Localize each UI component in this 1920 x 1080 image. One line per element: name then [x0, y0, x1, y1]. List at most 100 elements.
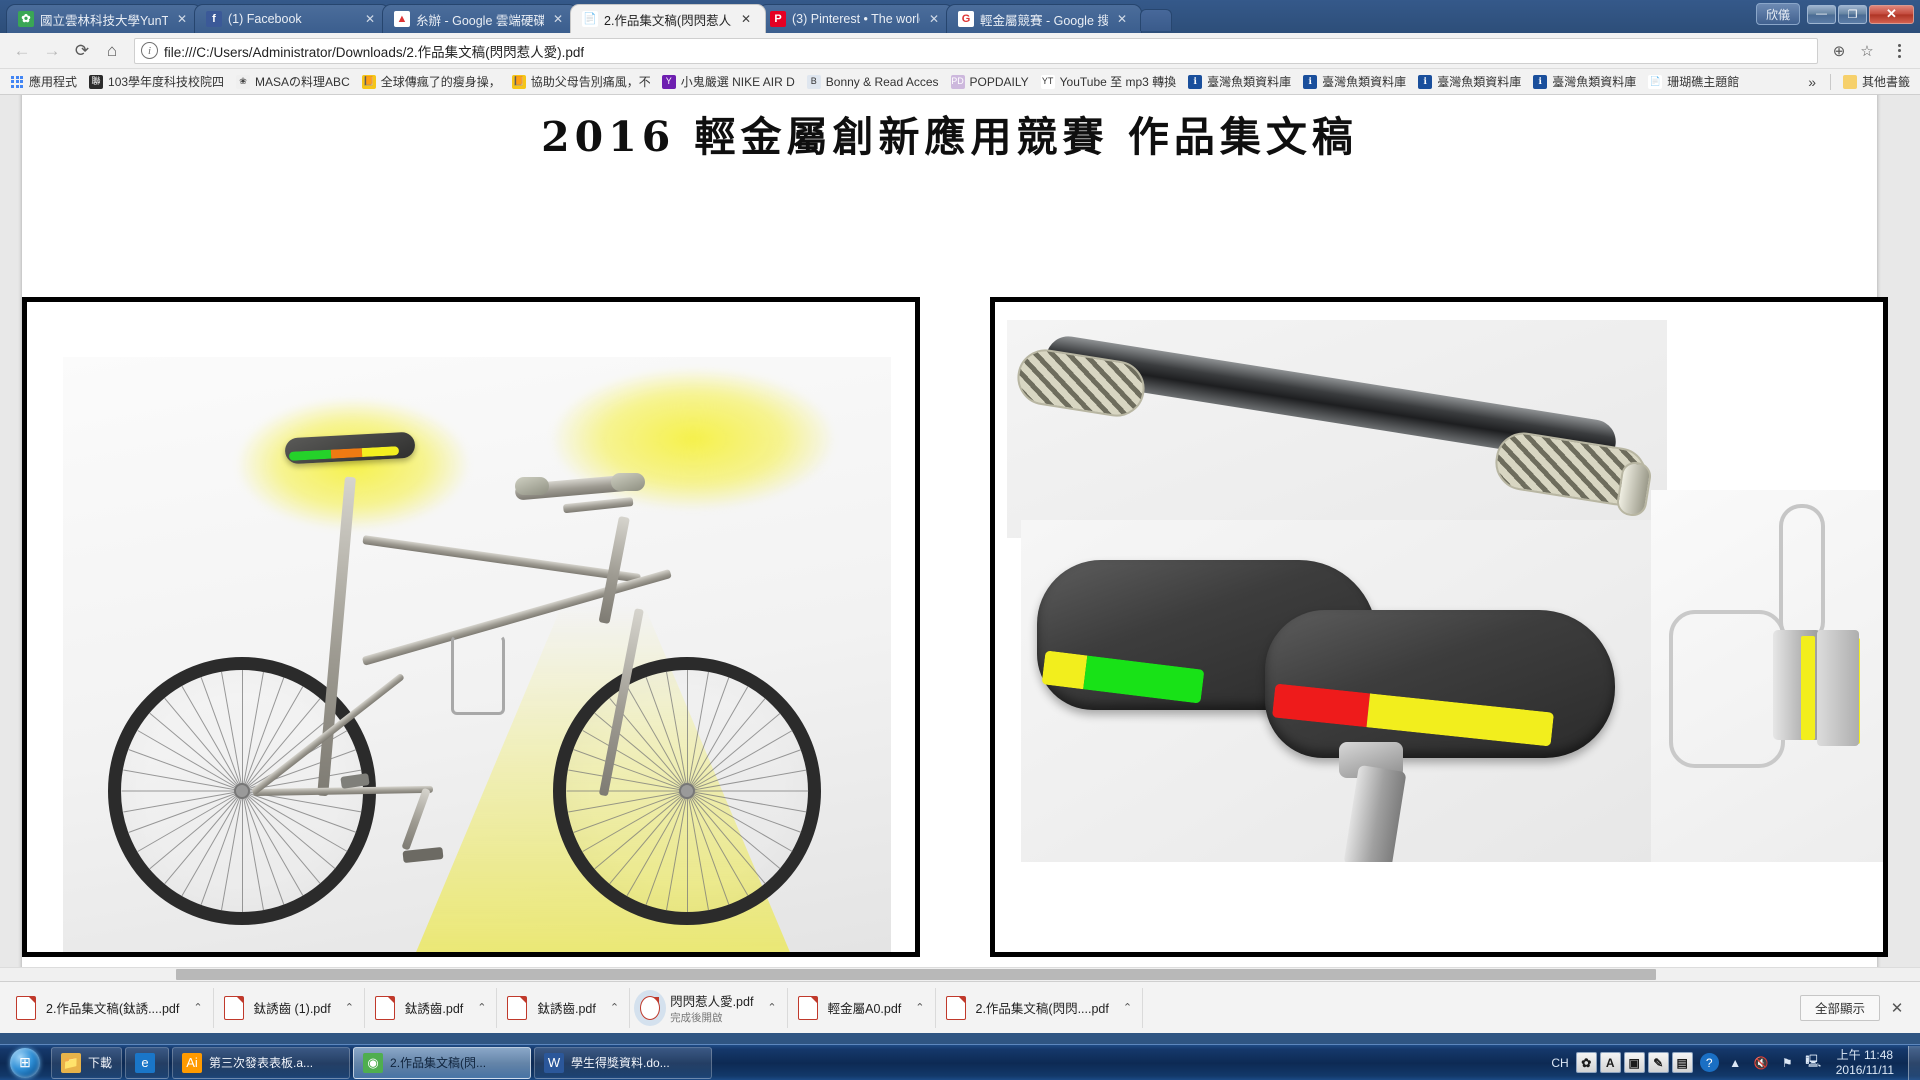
menu-dot-icon: [1897, 54, 1901, 58]
bookmark-item-1[interactable]: ❀ MASAの料理ABC: [230, 71, 356, 92]
ime-button-2[interactable]: ▣: [1623, 1052, 1645, 1073]
taskbar-item-2[interactable]: Ai 第三次發表表板.a...: [172, 1046, 351, 1079]
browser-tab-3[interactable]: 📄 2.作品集文稿(閃閃惹人愛 ✕: [570, 4, 766, 33]
pdf-scrollbar-thumb[interactable]: [176, 969, 1656, 980]
minimize-button[interactable]: —: [1807, 4, 1836, 24]
download-menu-caret-icon[interactable]: ⌃: [345, 1001, 354, 1014]
bookmark-favicon: ℹ: [1303, 74, 1318, 89]
bookmark-item-5[interactable]: B Bonny & Read Acces: [801, 71, 945, 92]
bookmark-item-4[interactable]: Y 小鬼嚴選 NIKE AIR D: [656, 71, 801, 92]
bracket-led-strip-yellow: [1801, 636, 1815, 740]
show-desktop-button[interactable]: [1908, 1045, 1920, 1080]
clock[interactable]: 上午 11:48 2016/11/11: [1830, 1048, 1904, 1077]
ime-button-0[interactable]: ✿: [1575, 1052, 1597, 1073]
download-item-4[interactable]: 閃閃惹人愛.pdf 完成後開啟 ⌃: [630, 987, 788, 1028]
tab-close-icon[interactable]: ✕: [174, 12, 190, 26]
bookmark-label: MASAの料理ABC: [255, 75, 350, 89]
bookmark-item-2[interactable]: 📙 全球傳瘋了的瘦身操，不: [356, 71, 506, 92]
bookmark-label: 103學年度科技校院四: [108, 75, 225, 89]
download-item-3[interactable]: 鈦誘齒.pdf ⌃: [497, 987, 631, 1028]
download-menu-caret-icon[interactable]: ⌃: [767, 1001, 776, 1014]
taskbar-item-3[interactable]: ◉ 2.作品集文稿(閃...: [353, 1046, 532, 1079]
bookmark-item-11[interactable]: ℹ 臺灣魚類資料庫: [1527, 71, 1642, 92]
download-item-0[interactable]: 2.作品集文稿(鈦誘....pdf ⌃: [6, 987, 214, 1028]
tab-close-icon[interactable]: ✕: [550, 12, 566, 26]
bookmark-item-10[interactable]: ℹ 臺灣魚類資料庫: [1412, 71, 1527, 92]
browser-tab-5[interactable]: G 輕金屬競賽 - Google 搜 ✕: [946, 4, 1142, 33]
spoke: [566, 790, 688, 792]
action-center-icon[interactable]: 🖳: [1804, 1053, 1823, 1072]
browser-tab-2[interactable]: ▲ 糸辦 - Google 雲端硬碟 ✕: [382, 4, 578, 33]
taskbar-app-icon: ◉: [363, 1052, 384, 1073]
back-button[interactable]: ←: [8, 37, 36, 65]
bookmark-favicon: B: [806, 74, 821, 89]
page-info-icon[interactable]: i: [141, 42, 158, 59]
download-item-1[interactable]: 鈦誘齒 (1).pdf ⌃: [214, 987, 365, 1028]
home-button[interactable]: ⌂: [98, 37, 126, 65]
bookmark-other-folder[interactable]: 其他書籤: [1837, 71, 1916, 92]
bookmarks-overflow-button[interactable]: »: [1800, 74, 1824, 90]
window-caption-controls: 欣儀 — ❐ ✕: [1755, 3, 1914, 25]
zoom-indicator-button[interactable]: ⊕: [1826, 38, 1852, 64]
ime-button-3[interactable]: ✎: [1647, 1052, 1669, 1073]
profile-user-chip[interactable]: 欣儀: [1755, 3, 1800, 25]
close-download-shelf-button[interactable]: ✕: [1880, 999, 1914, 1017]
download-item-5[interactable]: 輕金屬A0.pdf ⌃: [788, 987, 936, 1028]
bookmark-page-button[interactable]: ☆: [1854, 38, 1880, 64]
download-item-2[interactable]: 鈦誘齒.pdf ⌃: [365, 987, 498, 1028]
taskbar-item-0[interactable]: 📁 下載: [51, 1046, 123, 1079]
ime-toolbar: ✿ A ▣ ✎ ▤: [1575, 1052, 1693, 1073]
tray-overflow-icon[interactable]: ▲: [1726, 1053, 1745, 1072]
chrome-menu-button[interactable]: [1886, 38, 1912, 64]
pdf-horizontal-scrollbar[interactable]: [0, 967, 1920, 981]
ime-button-1[interactable]: A: [1599, 1052, 1621, 1073]
address-bar[interactable]: i file:///C:/Users/Administrator/Downloa…: [134, 37, 1818, 64]
windows-taskbar: ⊞ 📁 下載 e Ai 第三次發表表板.a... ◉ 2.作品集文稿(閃... W 學生得獎資料…: [0, 1044, 1920, 1080]
maximize-restore-button[interactable]: ❐: [1838, 4, 1867, 24]
close-window-button[interactable]: ✕: [1869, 4, 1914, 24]
bookmark-favicon: ℹ: [1188, 74, 1203, 89]
pdf-viewer[interactable]: 2016 輕金屬創新應用競賽 作品集文稿: [0, 95, 1920, 981]
system-tray: CH ✿ A ▣ ✎ ▤ ? ▲ 🔇 ⚑ 🖳 上午 11:48 2016/11/11: [1551, 1048, 1908, 1077]
new-tab-button[interactable]: [1140, 9, 1172, 31]
show-all-downloads-button[interactable]: 全部顯示: [1799, 994, 1880, 1021]
volume-muted-icon[interactable]: 🔇: [1752, 1053, 1771, 1072]
forward-button[interactable]: →: [38, 37, 66, 65]
bookmark-item-8[interactable]: ℹ 臺灣魚類資料庫: [1182, 71, 1297, 92]
browser-tab-0[interactable]: ✿ 國立雲林科技大學YunTe ✕: [6, 4, 202, 33]
browser-tab-4[interactable]: P (3) Pinterest • The world ✕: [758, 4, 954, 33]
download-menu-caret-icon[interactable]: ⌃: [193, 1001, 202, 1014]
tab-close-icon[interactable]: ✕: [1114, 12, 1130, 26]
bookmark-apps-label: 應用程式: [29, 75, 78, 89]
bookmark-label: 臺灣魚類資料庫: [1552, 75, 1637, 89]
bookmark-item-9[interactable]: ℹ 臺灣魚類資料庫: [1297, 71, 1412, 92]
spoke: [121, 790, 243, 792]
tray-language-indicator[interactable]: CH: [1551, 1056, 1568, 1070]
menu-dot-icon: [1897, 49, 1901, 52]
reload-button[interactable]: ⟳: [68, 37, 96, 65]
tab-close-icon[interactable]: ✕: [926, 12, 942, 26]
bookmark-apps-shortcut[interactable]: 應用程式: [4, 71, 83, 92]
download-menu-caret-icon[interactable]: ⌃: [610, 1001, 619, 1014]
bookmark-item-12[interactable]: 📄 珊瑚礁主題館: [1642, 71, 1745, 92]
taskbar-item-4[interactable]: W 學生得獎資料.do...: [534, 1046, 713, 1079]
download-file-name: 輕金屬A0.pdf: [827, 1002, 902, 1016]
download-menu-caret-icon[interactable]: ⌃: [477, 1001, 486, 1014]
tab-close-icon[interactable]: ✕: [362, 12, 378, 26]
download-menu-caret-icon[interactable]: ⌃: [915, 1001, 924, 1014]
help-icon[interactable]: ?: [1699, 1053, 1719, 1072]
tab-close-icon[interactable]: ✕: [738, 12, 754, 26]
browser-tab-1[interactable]: f (1) Facebook ✕: [194, 4, 390, 33]
download-item-6[interactable]: 2.作品集文稿(閃閃....pdf ⌃: [936, 987, 1144, 1028]
bookmarks-bar: 應用程式 聯 103學年度科技校院四 ❀ MASAの料理ABC 📙 全球傳瘋了的瘦身操，不…: [0, 69, 1920, 95]
taskbar-item-1[interactable]: e: [125, 1046, 170, 1079]
download-menu-caret-icon[interactable]: ⌃: [1123, 1001, 1132, 1014]
start-button[interactable]: ⊞: [2, 1046, 48, 1080]
bookmark-item-3[interactable]: 📙 協助父母告別痛風，不: [506, 71, 656, 92]
bookmark-item-0[interactable]: 聯 103學年度科技校院四: [83, 71, 230, 92]
bookmark-item-7[interactable]: YT YouTube 至 mp3 轉換: [1035, 71, 1183, 92]
network-icon[interactable]: ⚑: [1778, 1053, 1797, 1072]
bookmark-item-6[interactable]: PD POPDAILY: [945, 71, 1035, 92]
other-bookmarks-label: 其他書籤: [1861, 75, 1910, 89]
ime-button-4[interactable]: ▤: [1671, 1052, 1693, 1073]
